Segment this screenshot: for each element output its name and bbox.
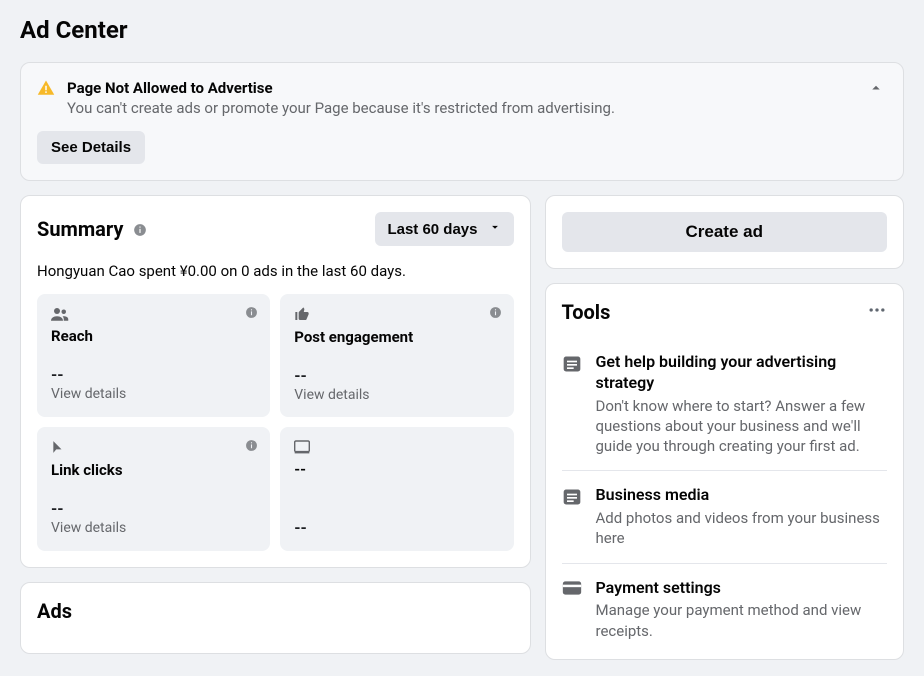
- list-icon: [562, 354, 582, 456]
- summary-card: Summary Last 60 days Hongyuan Cao spent …: [20, 195, 531, 568]
- chevron-up-icon[interactable]: [867, 79, 887, 99]
- metric-value: --: [51, 499, 256, 518]
- view-details-link[interactable]: View details: [51, 386, 256, 402]
- tool-title: Payment settings: [596, 578, 888, 599]
- tools-title: Tools: [562, 300, 611, 324]
- info-icon[interactable]: [133, 222, 147, 236]
- tool-description: Add photos and videos from your business…: [596, 508, 888, 549]
- date-range-dropdown[interactable]: Last 60 days: [375, 212, 513, 246]
- ads-title: Ads: [37, 599, 72, 623]
- tool-item-media[interactable]: Business media Add photos and videos fro…: [562, 471, 888, 563]
- metric-value: --: [51, 365, 256, 384]
- tool-title: Get help building your advertising strat…: [596, 352, 888, 394]
- credit-card-icon: [562, 580, 582, 641]
- metric-reach[interactable]: Reach -- View details: [37, 294, 270, 417]
- list-icon: [562, 487, 582, 548]
- page-title: Ad Center: [20, 16, 904, 44]
- see-details-button[interactable]: See Details: [37, 131, 145, 164]
- metric-label: --: [294, 460, 499, 478]
- create-ad-button[interactable]: Create ad: [562, 212, 888, 252]
- thumbs-up-icon: [294, 307, 310, 326]
- summary-blurb: Hongyuan Cao spent ¥0.00 on 0 ads in the…: [37, 262, 514, 280]
- tool-description: Manage your payment method and view rece…: [596, 600, 888, 641]
- info-icon[interactable]: [489, 304, 502, 323]
- more-icon[interactable]: [867, 300, 887, 324]
- alert-title: Page Not Allowed to Advertise: [67, 79, 855, 97]
- summary-title: Summary: [37, 217, 123, 241]
- cursor-icon: [51, 440, 65, 459]
- caret-down-icon: [488, 220, 502, 238]
- advertising-alert: Page Not Allowed to Advertise You can't …: [20, 62, 904, 181]
- info-icon[interactable]: [245, 304, 258, 323]
- view-details-link[interactable]: View details: [294, 387, 499, 403]
- people-icon: [51, 306, 69, 325]
- metric-link-clicks[interactable]: Link clicks -- View details: [37, 427, 270, 551]
- create-ad-card: Create ad: [545, 195, 905, 269]
- ads-card: Ads: [20, 582, 531, 654]
- metric-empty[interactable]: -- --: [280, 427, 513, 551]
- metric-value: --: [294, 366, 499, 385]
- metric-label: Post engagement: [294, 328, 499, 346]
- tools-card: Tools Get help building your advertising…: [545, 283, 905, 660]
- warning-icon: [37, 79, 55, 101]
- placeholder-icon: [294, 439, 310, 458]
- tool-title: Business media: [596, 485, 888, 506]
- date-range-label: Last 60 days: [387, 221, 477, 238]
- metric-label: Link clicks: [51, 461, 256, 479]
- tool-item-payment[interactable]: Payment settings Manage your payment met…: [562, 564, 888, 643]
- alert-body: You can't create ads or promote your Pag…: [67, 99, 855, 117]
- metric-value: --: [294, 518, 499, 537]
- info-icon[interactable]: [245, 437, 258, 456]
- metric-label: Reach: [51, 327, 256, 345]
- tool-item-strategy[interactable]: Get help building your advertising strat…: [562, 338, 888, 471]
- tool-description: Don't know where to start? Answer a few …: [596, 396, 888, 457]
- metric-post-engagement[interactable]: Post engagement -- View details: [280, 294, 513, 417]
- view-details-link[interactable]: View details: [51, 520, 256, 536]
